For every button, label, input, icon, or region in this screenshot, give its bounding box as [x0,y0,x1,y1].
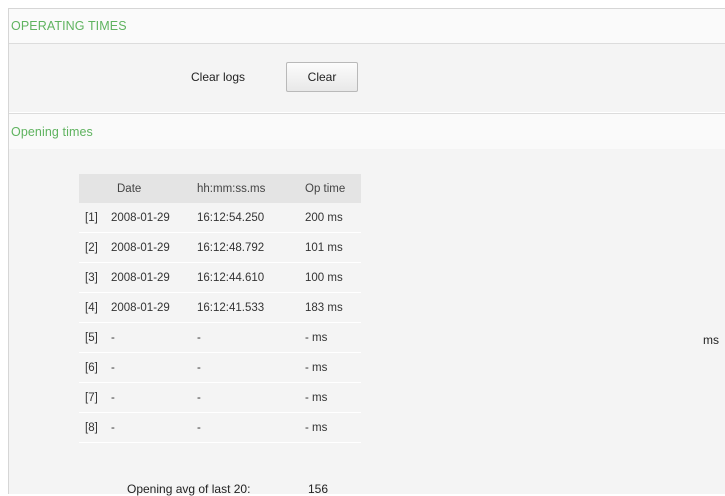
row-date: - [107,412,193,443]
row-date: 2008-01-29 [107,203,193,233]
row-op-time: - ms [301,322,361,353]
column-header-index [79,174,107,203]
row-time: - [193,322,301,353]
clear-button[interactable]: Clear [286,62,358,92]
column-header-time: hh:mm:ss.ms [193,174,301,203]
row-time: 16:12:41.533 [193,292,301,323]
table-row: [6] - - - ms [79,352,361,383]
row-index: [2] [79,232,107,263]
row-time: - [193,382,301,413]
opening-times-table: Date hh:mm:ss.ms Op time [1] 2008-01-29 … [79,174,361,443]
row-op-time: 200 ms [301,203,361,233]
operating-times-header: OPERATING TIMES [9,9,725,44]
clear-logs-label: Clear logs [191,70,246,84]
operating-times-title: OPERATING TIMES [11,19,127,33]
table-row: [1] 2008-01-29 16:12:54.250 200 ms [79,203,361,233]
row-index: [7] [79,382,107,413]
table-row: [4] 2008-01-29 16:12:41.533 183 ms [79,292,361,323]
row-op-time: 183 ms [301,292,361,323]
row-index: [6] [79,352,107,383]
row-time: 16:12:48.792 [193,232,301,263]
column-header-op-time: Op time [301,174,361,203]
table-row: [5] - - - ms [79,322,361,353]
row-date: - [107,382,193,413]
row-index: [1] [79,203,107,233]
row-time: - [193,352,301,383]
opening-average-unit: ms [703,333,719,347]
row-date: - [107,352,193,383]
table-row: [3] 2008-01-29 16:12:44.610 100 ms [79,262,361,293]
operating-times-panel: OPERATING TIMES Clear logs Clear Opening… [8,8,725,496]
opening-times-content: Date hh:mm:ss.ms Op time [1] 2008-01-29 … [9,149,725,496]
table-row: [8] - - - ms [79,412,361,443]
column-header-date: Date [107,174,193,203]
opening-average-value: 156 [308,482,329,496]
clear-logs-row: Clear logs Clear [9,44,725,112]
row-index: [3] [79,262,107,293]
row-date: 2008-01-29 [107,292,193,323]
row-op-time: - ms [301,382,361,413]
table-row: [7] - - - ms [79,382,361,413]
row-op-time: 101 ms [301,232,361,263]
opening-times-header: Opening times [9,113,725,150]
row-date: 2008-01-29 [107,262,193,293]
table-header-row: Date hh:mm:ss.ms Op time [79,174,361,203]
opening-times-title: Opening times [11,125,93,139]
row-time: - [193,412,301,443]
row-time: 16:12:54.250 [193,203,301,233]
row-op-time: 100 ms [301,262,361,293]
row-time: 16:12:44.610 [193,262,301,293]
row-op-time: - ms [301,352,361,383]
row-index: [5] [79,322,107,353]
table-row: [2] 2008-01-29 16:12:48.792 101 ms [79,232,361,263]
row-date: - [107,322,193,353]
row-index: [4] [79,292,107,323]
row-op-time: - ms [301,412,361,443]
opening-average-label: Opening avg of last 20: [127,482,251,496]
row-index: [8] [79,412,107,443]
row-date: 2008-01-29 [107,232,193,263]
